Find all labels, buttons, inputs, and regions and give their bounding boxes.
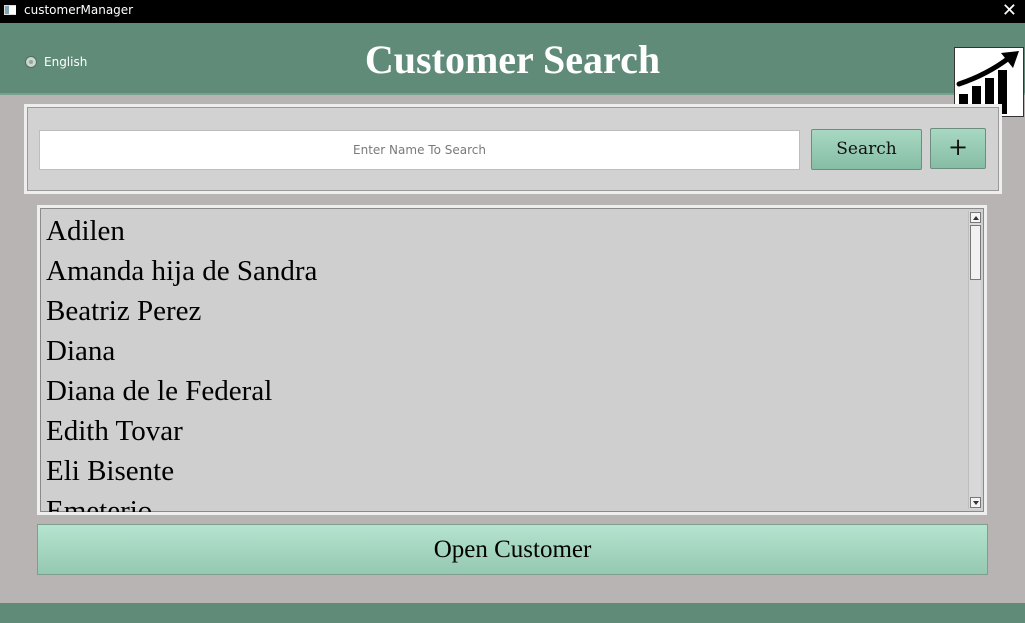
list-item[interactable]: Edith Tovar [46, 411, 966, 451]
app-window-icon [4, 5, 16, 15]
customer-list-items: Adilen Amanda hija de Sandra Beatriz Perez… [46, 211, 966, 512]
list-item[interactable]: Adilen [46, 211, 966, 251]
window-titlebar: customerManager ✕ [0, 0, 1025, 23]
list-scrollbar[interactable] [968, 211, 981, 509]
search-button[interactable]: Search [811, 129, 922, 170]
list-item[interactable]: Emeterio [46, 491, 966, 512]
window-title: customerManager [24, 3, 134, 17]
list-item[interactable]: Beatriz Perez [46, 291, 966, 331]
close-icon[interactable]: ✕ [1002, 1, 1017, 21]
list-item[interactable]: Diana de le Federal [46, 371, 966, 411]
scroll-down-icon[interactable] [970, 497, 981, 508]
list-item[interactable]: Diana [46, 331, 966, 371]
page-title: Customer Search [364, 37, 661, 82]
open-customer-button[interactable]: Open Customer [37, 524, 988, 575]
scroll-up-icon[interactable] [970, 212, 981, 223]
list-item[interactable]: Eli Bisente [46, 451, 966, 491]
scroll-thumb[interactable] [970, 225, 981, 280]
customer-list[interactable]: Adilen Amanda hija de Sandra Beatriz Perez… [37, 205, 987, 515]
search-input[interactable] [39, 130, 800, 170]
footer-bar [0, 603, 1025, 623]
search-panel: Search + [24, 104, 1002, 194]
header-bar: English Customer Search [0, 23, 1025, 117]
list-item[interactable]: Amanda hija de Sandra [46, 251, 966, 291]
add-customer-button[interactable]: + [930, 128, 986, 169]
